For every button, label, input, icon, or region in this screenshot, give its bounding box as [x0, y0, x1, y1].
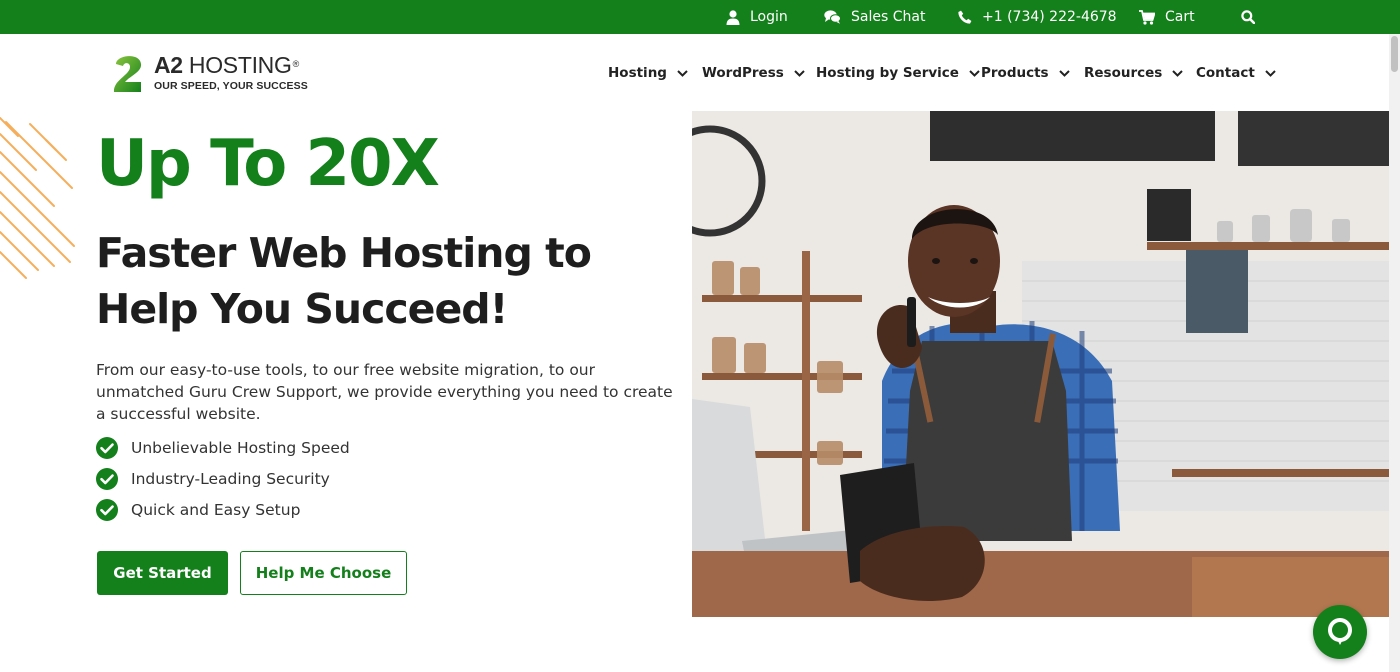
page-scrollbar[interactable] [1389, 34, 1400, 672]
cart-link[interactable]: Cart [1139, 0, 1195, 34]
feature-item: Unbelievable Hosting Speed [96, 432, 350, 463]
chevron-down-icon [794, 69, 805, 77]
nav-resources[interactable]: Resources [1084, 60, 1184, 86]
phone-number: +1 (734) 222-4678 [982, 9, 1117, 25]
chat-icon [824, 10, 841, 24]
feature-list: Unbelievable Hosting Speed Industry-Lead… [96, 432, 350, 525]
nav-hosting-by-service[interactable]: Hosting by Service [816, 60, 980, 86]
nav-label: Contact [1196, 65, 1255, 81]
chat-bubble-icon [1328, 618, 1352, 645]
cafe-owner-illustration [692, 111, 1389, 617]
check-circle-icon [96, 467, 118, 490]
nav-label: Hosting by Service [816, 65, 959, 81]
chevron-down-icon [677, 69, 688, 77]
nav-label: Hosting [608, 65, 667, 81]
phone-link[interactable]: +1 (734) 222-4678 [958, 0, 1117, 34]
feature-label: Unbelievable Hosting Speed [131, 438, 350, 457]
scrollbar-thumb[interactable] [1391, 36, 1398, 72]
decorative-stripes [0, 117, 75, 279]
chevron-down-icon [1172, 69, 1184, 77]
nav-hosting[interactable]: Hosting [608, 60, 688, 86]
top-bar: Login Sales Chat +1 (734) 222-4678 Cart [0, 0, 1400, 34]
login-label: Login [750, 9, 788, 25]
nav-wordpress[interactable]: WordPress [702, 60, 805, 86]
check-circle-icon [96, 498, 118, 521]
phone-icon [958, 10, 972, 24]
search-icon [1241, 10, 1255, 24]
chevron-down-icon [1265, 69, 1276, 77]
feature-item: Industry-Leading Security [96, 463, 350, 494]
chevron-down-icon [1058, 69, 1070, 77]
hero-description: From our easy-to-use tools, to our free … [96, 361, 673, 423]
logo-brand-text: A2 HOSTING® [154, 52, 299, 78]
live-chat-button[interactable] [1313, 605, 1367, 659]
cart-icon [1139, 9, 1155, 25]
chevron-down-icon [969, 69, 980, 77]
hero-subheadline: Faster Web Hosting to Help You Succeed! [96, 229, 592, 333]
search-button[interactable] [1241, 0, 1255, 34]
nav-label: Products [981, 65, 1049, 81]
feature-item: Quick and Easy Setup [96, 494, 350, 525]
feature-label: Industry-Leading Security [131, 469, 330, 488]
get-started-button[interactable]: Get Started [97, 551, 228, 595]
check-circle-icon [96, 436, 118, 459]
cart-label: Cart [1165, 9, 1195, 25]
sales-chat-label: Sales Chat [851, 9, 926, 25]
login-link[interactable]: Login [726, 0, 788, 34]
nav-label: WordPress [702, 65, 784, 81]
a2-hosting-logo[interactable]: A2 HOSTING® OUR SPEED, YOUR SUCCESS [108, 50, 318, 96]
hero-image [692, 111, 1389, 617]
user-icon [726, 9, 740, 25]
feature-label: Quick and Easy Setup [131, 500, 301, 519]
nav-contact[interactable]: Contact [1196, 60, 1276, 86]
a2-logo-mark [113, 56, 142, 92]
sales-chat-link[interactable]: Sales Chat [824, 0, 925, 34]
logo-tagline: OUR SPEED, YOUR SUCCESS [154, 80, 308, 92]
help-me-choose-button[interactable]: Help Me Choose [240, 551, 407, 595]
nav-label: Resources [1084, 65, 1163, 81]
nav-products[interactable]: Products [981, 60, 1070, 86]
hero-headline: Up To 20X [96, 127, 440, 201]
